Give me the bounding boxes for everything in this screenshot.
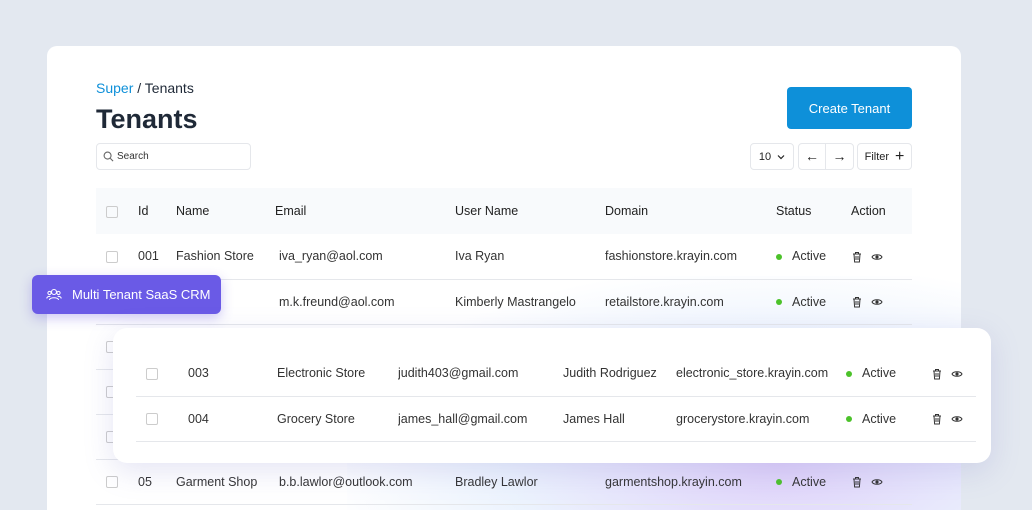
plus-icon: + [895, 147, 905, 165]
row-id: 001 [138, 234, 176, 280]
row-email: m.k.freund@aol.com [275, 279, 455, 325]
per-page-value: 10 [758, 150, 772, 163]
row-domain: grocerystore.krayin.com [676, 396, 846, 442]
table-row[interactable]: 05 Garment Shop b.b.lawlor@outlook.com Bra… [96, 459, 912, 505]
row-id: 003 [188, 351, 277, 397]
prev-page-button[interactable]: ← [799, 144, 827, 169]
row-checkbox[interactable] [106, 250, 118, 263]
row-id: 004 [188, 396, 277, 442]
next-page-button[interactable]: → [826, 144, 853, 169]
status-badge: Active [792, 474, 827, 489]
col-domain[interactable]: Domain [605, 188, 776, 234]
status-badge: Active [862, 411, 897, 426]
product-badge: Multi Tenant SaaS CRM [32, 275, 221, 314]
col-status[interactable]: Status [776, 188, 851, 234]
row-checkbox[interactable] [106, 476, 118, 489]
view-icon[interactable] [871, 296, 883, 308]
col-name[interactable]: Name [176, 188, 275, 234]
row-user: Judith Rodriguez [563, 351, 676, 397]
row-user: Iva Ryan [455, 234, 605, 280]
row-user: James Hall [563, 396, 676, 442]
row-user: Kimberly Mastrangelo [455, 279, 605, 325]
row-domain: retailstore.krayin.com [605, 279, 776, 325]
delete-icon[interactable] [851, 296, 863, 308]
table-row[interactable]: 004 Grocery Store james_hall@gmail.com Jam… [136, 396, 976, 442]
status-dot [776, 253, 782, 260]
highlight-card: 003 Electronic Store judith403@gmail.com J… [113, 328, 991, 463]
view-icon[interactable] [871, 476, 883, 488]
row-checkbox[interactable] [146, 367, 158, 380]
breadcrumb-super[interactable]: Super [96, 80, 133, 96]
highlight-table: 003 Electronic Store judith403@gmail.com J… [136, 351, 976, 442]
create-tenant-button[interactable]: Create Tenant [787, 87, 912, 129]
table-row[interactable]: 001 Fashion Store iva_ryan@aol.com Iva Rya… [96, 234, 912, 280]
search-input[interactable]: Search [96, 143, 251, 170]
col-id[interactable]: Id [138, 188, 176, 234]
view-icon[interactable] [951, 368, 963, 380]
row-domain: fashionstore.krayin.com [605, 234, 776, 280]
status-dot [776, 299, 782, 306]
status-dot [776, 479, 782, 486]
view-icon[interactable] [871, 251, 883, 263]
row-checkbox[interactable] [146, 413, 158, 426]
per-page-select[interactable]: 10 [750, 143, 794, 170]
row-email: iva_ryan@aol.com [275, 234, 455, 280]
filter-label: Filter [864, 150, 890, 163]
row-user: Bradley Lawlor [455, 459, 605, 505]
col-user-name[interactable]: User Name [455, 188, 605, 234]
col-action: Action [851, 188, 912, 234]
users-icon [46, 288, 62, 300]
table-row[interactable]: 003 Electronic Store judith403@gmail.com J… [136, 351, 976, 397]
search-icon [103, 151, 114, 162]
delete-icon[interactable] [851, 251, 863, 263]
row-name: Electronic Store [277, 351, 398, 397]
row-domain: electronic_store.krayin.com [676, 351, 846, 397]
delete-icon[interactable] [931, 413, 943, 425]
breadcrumb: Super / Tenants [96, 80, 194, 96]
pagination: ← → [798, 143, 854, 170]
col-email[interactable]: Email [275, 188, 455, 234]
row-domain: garmentshop.krayin.com [605, 459, 776, 505]
breadcrumb-current: Tenants [144, 80, 194, 96]
row-name: Garment Shop [176, 459, 275, 505]
row-name: Fashion Store [176, 234, 275, 280]
delete-icon[interactable] [851, 476, 863, 488]
row-name: Grocery Store [277, 396, 398, 442]
search-placeholder: Search [117, 151, 149, 162]
page-title: Tenants [96, 104, 198, 134]
chevron-down-icon [777, 154, 785, 159]
filter-button[interactable]: Filter + [857, 143, 912, 170]
row-id: 05 [138, 459, 176, 505]
status-dot [846, 370, 852, 377]
delete-icon[interactable] [931, 368, 943, 380]
status-dot [846, 416, 852, 423]
status-badge: Active [792, 294, 827, 309]
row-email: b.b.lawlor@outlook.com [275, 459, 455, 505]
select-all-checkbox[interactable] [106, 205, 118, 218]
status-badge: Active [862, 366, 897, 381]
table-header: Id Name Email User Name Domain Status Ac… [96, 188, 912, 234]
row-email: james_hall@gmail.com [398, 396, 563, 442]
view-icon[interactable] [951, 413, 963, 425]
status-badge: Active [792, 249, 827, 264]
badge-label: Multi Tenant SaaS CRM [72, 287, 211, 302]
row-email: judith403@gmail.com [398, 351, 563, 397]
